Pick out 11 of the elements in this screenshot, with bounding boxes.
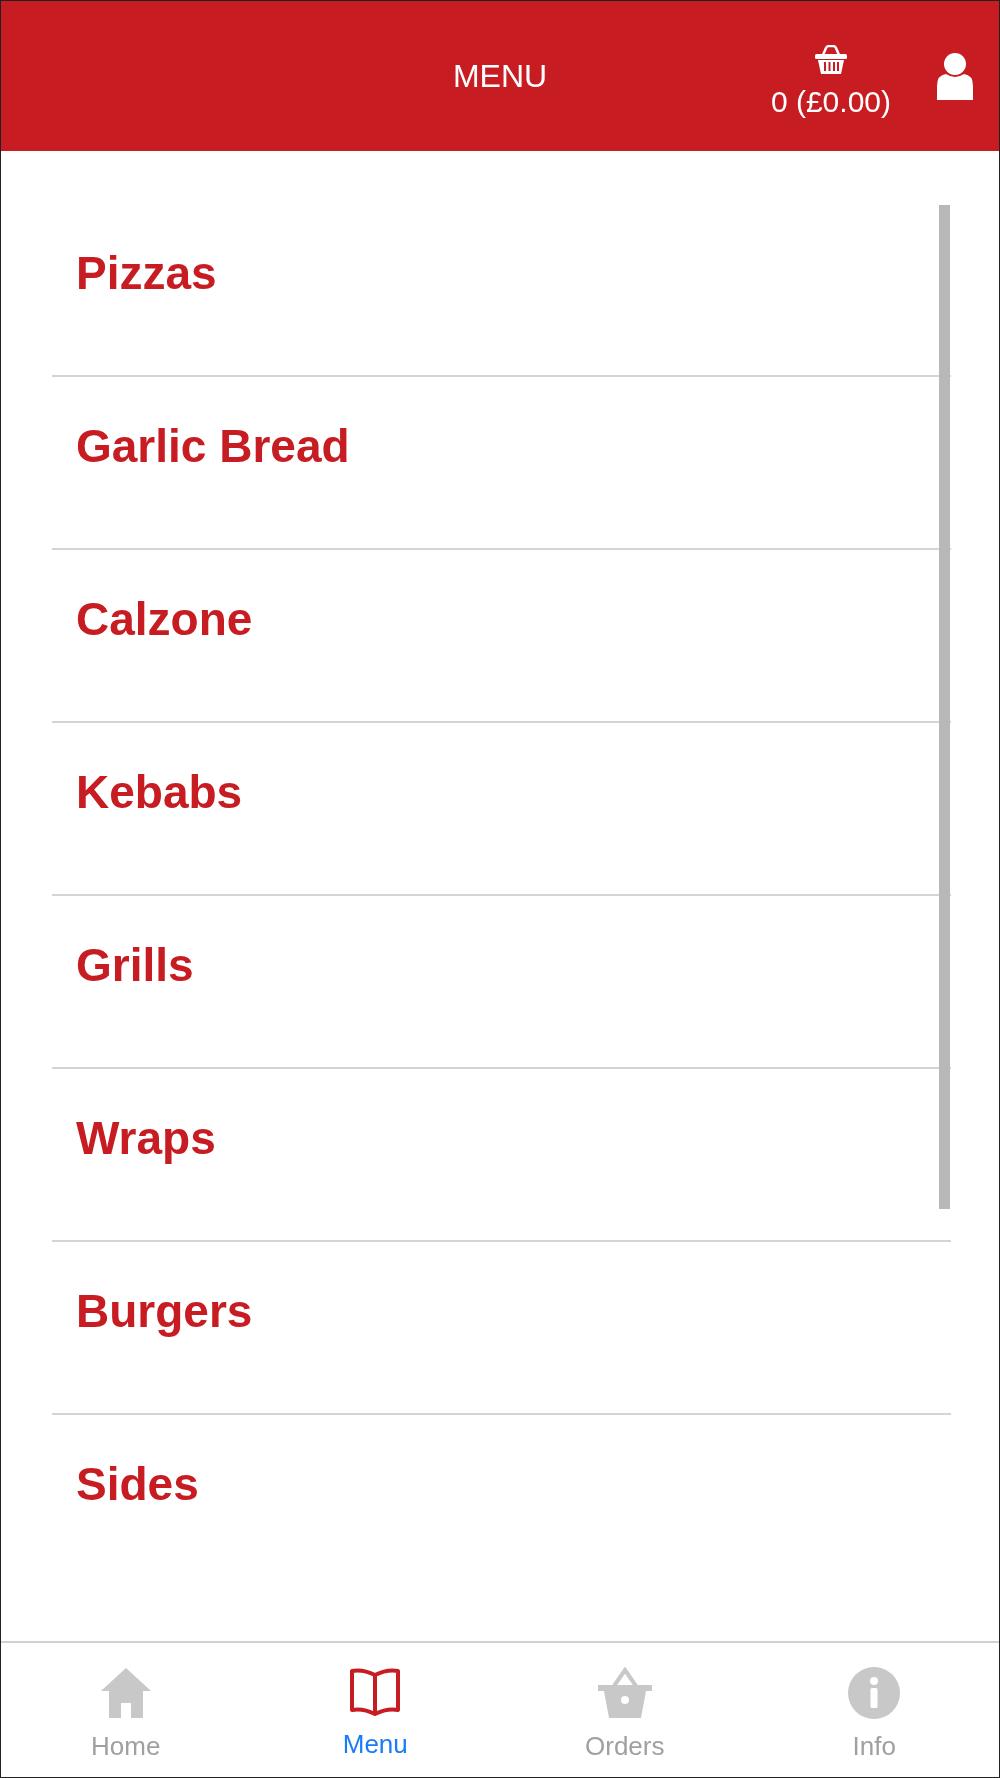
- basket-icon: [596, 1667, 653, 1719]
- home-icon: [99, 1667, 152, 1719]
- category-item[interactable]: Burgers: [52, 1242, 951, 1415]
- nav-tab[interactable]: Menu: [250, 1643, 500, 1777]
- cart-button[interactable]: 0 (£0.00): [770, 45, 891, 117]
- category-item[interactable]: Sides: [52, 1415, 951, 1588]
- open-book-icon: [348, 1667, 403, 1717]
- page-title: MENU: [452, 60, 548, 92]
- basket-icon: [813, 45, 848, 75]
- info-icon: [848, 1667, 901, 1719]
- user-icon[interactable]: [937, 52, 973, 100]
